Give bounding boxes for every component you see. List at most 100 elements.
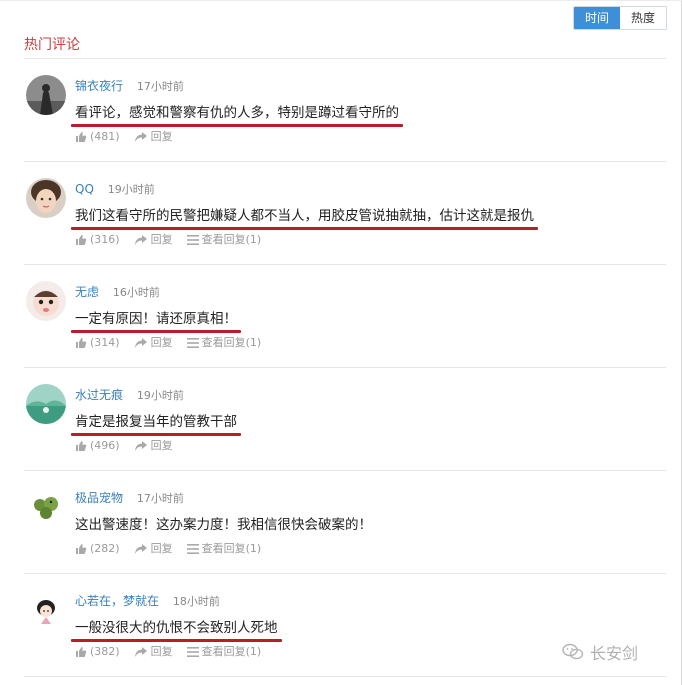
comment-text: 一定有原因！请还原真相！ <box>75 311 237 327</box>
highlight-underline <box>71 639 282 642</box>
view-replies-label: 查看回复(1) <box>201 645 262 658</box>
thumbs-up-icon <box>75 234 90 246</box>
reply-button[interactable]: 回复 <box>134 129 173 145</box>
tab-popularity[interactable]: 热度 <box>620 7 666 29</box>
comment-actions: (316) 回复 查看回复(1) <box>75 232 275 248</box>
reply-button[interactable]: 回复 <box>134 438 173 454</box>
highlight-underline <box>71 433 241 436</box>
comment-time: 17小时前 <box>136 80 184 93</box>
comment-time: 18小时前 <box>172 595 220 608</box>
comment-author[interactable]: 心若在，梦就在 <box>75 594 159 608</box>
thumbs-up-icon <box>75 543 90 555</box>
highlight-underline <box>71 227 538 230</box>
thumbs-up-icon <box>75 440 90 452</box>
thumbs-up-icon <box>75 337 90 349</box>
comment-author[interactable]: 锦衣夜行 <box>75 79 123 93</box>
list-icon <box>186 543 202 555</box>
reply-button[interactable]: 回复 <box>134 232 173 248</box>
like-button[interactable]: (382) <box>75 644 120 660</box>
comment-item: 水过无痕 19小时前 肯定是报复当年的管教干部 (496) 回复 <box>24 368 666 471</box>
view-replies-button[interactable]: 查看回复(1) <box>186 335 262 351</box>
reply-label: 回复 <box>150 233 173 246</box>
section-title: 热门评论 <box>24 37 80 53</box>
landscape-avatar[interactable] <box>26 384 66 424</box>
watermark-text: 长安剑 <box>590 644 639 663</box>
comment-meta: 水过无痕 19小时前 <box>75 386 184 404</box>
list-icon <box>186 337 202 349</box>
like-count: (316) <box>90 233 120 246</box>
reply-label: 回复 <box>150 542 173 555</box>
comment-time: 19小时前 <box>136 389 184 402</box>
reply-button[interactable]: 回复 <box>134 644 173 660</box>
comment-meta: 无虑 16小时前 <box>75 283 160 301</box>
list-icon <box>186 646 202 658</box>
green-toy-avatar[interactable] <box>26 487 66 527</box>
comment-item: 极品宠物 17小时前 这出警速度！这办案力度！我相信很快会破案的！ (282) … <box>24 471 666 574</box>
comment-meta: 心若在，梦就在 18小时前 <box>75 592 220 610</box>
sort-tabs: 时间 热度 <box>573 6 667 30</box>
list-icon <box>186 234 202 246</box>
baby-face-avatar[interactable] <box>26 281 66 321</box>
view-replies-button[interactable]: 查看回复(1) <box>186 644 262 660</box>
comment-actions: (382) 回复 查看回复(1) <box>75 644 275 660</box>
top-divider <box>0 0 682 1</box>
tab-time[interactable]: 时间 <box>574 7 620 29</box>
reply-icon <box>134 543 151 555</box>
comment-text: 这出警速度！这办案力度！我相信很快会破案的！ <box>75 517 372 533</box>
comment-author[interactable]: 极品宠物 <box>75 491 123 505</box>
like-button[interactable]: (316) <box>75 232 120 248</box>
like-button[interactable]: (496) <box>75 438 120 454</box>
comment-text: 一般没很大的仇恨不会致别人死地 <box>75 620 278 636</box>
reply-icon <box>134 337 151 349</box>
comment-text: 肯定是报复当年的管教干部 <box>75 414 237 430</box>
comment-time: 16小时前 <box>112 286 160 299</box>
comment-actions: (282) 回复 查看回复(1) <box>75 541 275 557</box>
comment-actions: (481) 回复 <box>75 129 187 145</box>
comment-actions: (314) 回复 查看回复(1) <box>75 335 275 351</box>
comment-author[interactable]: 无虑 <box>75 285 99 299</box>
comment-time: 19小时前 <box>107 183 155 196</box>
cartoon-girl-avatar[interactable] <box>26 590 66 630</box>
reply-label: 回复 <box>150 645 173 658</box>
comment-text: 看评论，感觉和警察有仇的人多，特别是蹲过看守所的 <box>75 105 399 121</box>
comment-actions: (496) 回复 <box>75 438 187 454</box>
like-count: (496) <box>90 439 120 452</box>
reply-label: 回复 <box>150 130 173 143</box>
reply-icon <box>134 646 151 658</box>
comment-meta: 极品宠物 17小时前 <box>75 489 184 507</box>
girl-face-avatar[interactable] <box>26 178 66 218</box>
comment-author[interactable]: 水过无痕 <box>75 388 123 402</box>
like-count: (481) <box>90 130 120 143</box>
reply-label: 回复 <box>150 336 173 349</box>
view-replies-label: 查看回复(1) <box>201 336 262 349</box>
comment-item: 锦衣夜行 17小时前 看评论，感觉和警察有仇的人多，特别是蹲过看守所的 (481… <box>24 59 666 162</box>
dark-figure-avatar[interactable] <box>26 75 66 115</box>
view-replies-button[interactable]: 查看回复(1) <box>186 541 262 557</box>
reply-icon <box>134 440 151 452</box>
highlight-underline <box>71 330 241 333</box>
like-button[interactable]: (314) <box>75 335 120 351</box>
reply-icon <box>134 234 151 246</box>
wechat-icon <box>562 643 584 660</box>
reply-icon <box>134 131 151 143</box>
thumbs-up-icon <box>75 646 90 658</box>
comment-meta: QQ 19小时前 <box>75 180 155 198</box>
view-replies-label: 查看回复(1) <box>201 233 262 246</box>
comment-item: QQ 19小时前 我们这看守所的民警把嫌疑人都不当人，用胶皮管说抽就抽，估计这就… <box>24 162 666 265</box>
reply-button[interactable]: 回复 <box>134 335 173 351</box>
comment-item: 无虑 16小时前 一定有原因！请还原真相！ (314) 回复 查看回复(1) <box>24 265 666 368</box>
comment-author[interactable]: QQ <box>75 182 94 196</box>
comment-time: 17小时前 <box>136 492 184 505</box>
like-count: (282) <box>90 542 120 555</box>
like-button[interactable]: (481) <box>75 129 120 145</box>
highlight-underline <box>71 124 403 127</box>
comment-text: 我们这看守所的民警把嫌疑人都不当人，用胶皮管说抽就抽，估计这就是报仇 <box>75 208 534 224</box>
comment-meta: 锦衣夜行 17小时前 <box>75 77 184 95</box>
view-replies-label: 查看回复(1) <box>201 542 262 555</box>
watermark: 长安剑 <box>562 640 638 664</box>
like-button[interactable]: (282) <box>75 541 120 557</box>
reply-label: 回复 <box>150 439 173 452</box>
reply-button[interactable]: 回复 <box>134 541 173 557</box>
view-replies-button[interactable]: 查看回复(1) <box>186 232 262 248</box>
like-count: (314) <box>90 336 120 349</box>
